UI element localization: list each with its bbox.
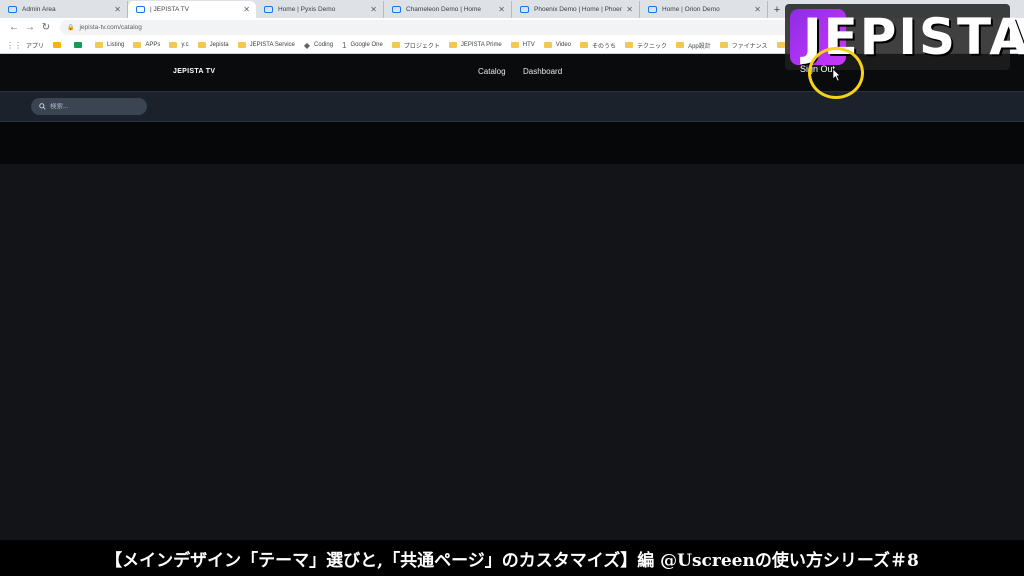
folder-icon xyxy=(133,42,142,48)
bookmark-folder[interactable]: プロジェクト xyxy=(391,41,440,50)
close-tab-icon[interactable]: ✕ xyxy=(370,5,377,14)
tab-favicon-icon xyxy=(8,6,17,13)
search-bar-row xyxy=(0,91,1024,122)
folder-icon xyxy=(510,42,519,48)
folder-icon xyxy=(197,42,206,48)
tab-admin-area[interactable]: Admin Area ✕ xyxy=(0,1,128,18)
tab-favicon-icon xyxy=(264,6,273,13)
bookmark-coding[interactable]: ◆ Coding xyxy=(304,41,333,50)
address-bar[interactable]: 🔒 jepista-tv.com/catalog xyxy=(60,20,820,35)
folder-icon xyxy=(448,42,457,48)
new-tab-button[interactable]: + xyxy=(768,1,786,18)
search-icon xyxy=(39,103,46,110)
tab-chameleon-demo[interactable]: Chameleon Demo | Home ✕ xyxy=(384,1,512,18)
bookmark-folder[interactable]: Jepista xyxy=(197,42,229,48)
back-arrow-icon[interactable]: ← xyxy=(6,22,22,33)
bookmark-folder[interactable]: HTV xyxy=(510,42,535,48)
bookmark-folder[interactable]: JEPISTA Prime xyxy=(448,42,502,48)
tab-favicon-icon xyxy=(136,6,145,13)
tab-favicon-icon xyxy=(648,6,657,13)
lock-icon: 🔒 xyxy=(67,25,75,31)
folder-icon xyxy=(580,42,589,48)
tab-pyxis-demo[interactable]: Home | Pyxis Demo ✕ xyxy=(256,1,384,18)
nav-dashboard-link[interactable]: Dashboard xyxy=(523,67,562,76)
bookmark-google-one[interactable]: 1 Google One xyxy=(342,41,383,50)
bookmark-folder[interactable]: Listing xyxy=(95,42,124,48)
folder-icon xyxy=(95,42,104,48)
bookmark-folder[interactable]: Video xyxy=(543,42,571,48)
bookmark-folder[interactable]: APPs xyxy=(133,42,160,48)
tab-favicon-icon xyxy=(520,6,529,13)
bookmark-folder[interactable]: y.c xyxy=(169,42,189,48)
bookmark-folder[interactable]: App設計 xyxy=(676,41,711,50)
catalog-content-area xyxy=(0,164,1024,540)
folder-icon xyxy=(776,42,785,48)
folder-icon xyxy=(391,42,400,48)
folder-icon xyxy=(543,42,552,48)
sheets-icon xyxy=(74,42,83,48)
close-tab-icon[interactable]: ✕ xyxy=(626,5,633,14)
folder-icon xyxy=(237,42,246,48)
hand-cursor-icon xyxy=(832,68,840,82)
site-brand[interactable]: JEPISTA TV xyxy=(173,68,215,75)
bookmark-apps[interactable]: ⋮⋮ アプリ xyxy=(6,41,44,50)
close-tab-icon[interactable]: ✕ xyxy=(114,5,121,14)
folder-icon xyxy=(625,42,634,48)
url-text: jepista-tv.com/catalog xyxy=(79,24,142,31)
folder-icon xyxy=(169,42,178,48)
bookmark-2[interactable] xyxy=(74,42,86,48)
bookmark-folder[interactable]: そのうち xyxy=(580,41,616,50)
diamond-icon: ◆ xyxy=(303,40,311,50)
folder-icon xyxy=(719,42,728,48)
nav-catalog-link[interactable]: Catalog xyxy=(478,67,506,76)
close-tab-icon[interactable]: ✕ xyxy=(754,5,761,14)
apps-grid-icon: ⋮⋮ xyxy=(6,40,22,50)
search-box[interactable] xyxy=(31,98,147,115)
bookmark-1[interactable] xyxy=(53,42,65,48)
bookmark-folder[interactable]: ファイナンス xyxy=(719,41,768,50)
tab-jepista-tv[interactable]: | JEPISTA TV ✕ xyxy=(128,1,256,18)
folder-icon xyxy=(676,42,685,48)
reload-icon[interactable]: ↻ xyxy=(38,22,54,33)
search-input[interactable] xyxy=(50,103,135,110)
google-one-icon: 1 xyxy=(342,40,347,50)
close-tab-icon[interactable]: ✕ xyxy=(498,5,505,14)
bookmark-folder[interactable]: テクニック xyxy=(625,41,667,50)
forward-arrow-icon[interactable]: → xyxy=(22,22,38,33)
tab-phoenix-demo[interactable]: Phoenix Demo | Home | Phoenix ✕ xyxy=(512,1,640,18)
close-tab-icon[interactable]: ✕ xyxy=(243,5,250,14)
tab-favicon-icon xyxy=(392,6,401,13)
bookmark-icon xyxy=(53,42,62,48)
bookmark-folder[interactable]: JEPISTA Service xyxy=(237,42,295,48)
tab-orion-demo[interactable]: Home | Orion Demo ✕ xyxy=(640,1,768,18)
hero-banner xyxy=(0,122,1024,164)
video-caption: 【メインデザイン「テーマ」選びと,「共通ページ」のカスタマイズ】編 @Uscre… xyxy=(0,540,1024,576)
